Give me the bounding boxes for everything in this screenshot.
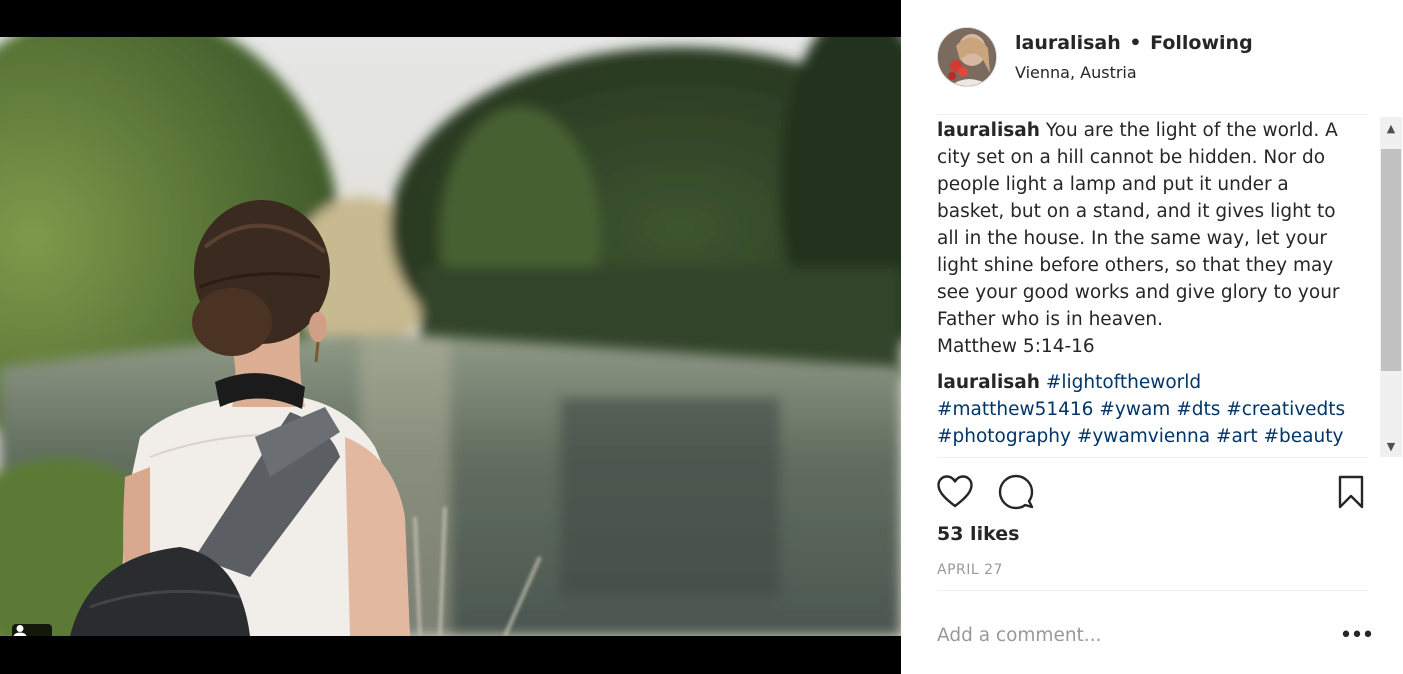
action-bar xyxy=(937,474,1368,510)
comment-input[interactable] xyxy=(937,618,1317,652)
comment-divider xyxy=(937,590,1368,591)
hashtag-link[interactable]: #dts xyxy=(1176,399,1220,420)
user-silhouette-icon xyxy=(13,625,27,636)
likes-count[interactable]: 53 likes xyxy=(937,523,1019,545)
more-options-button[interactable]: ••• xyxy=(1339,622,1375,648)
header-username-row: lauralisah • Following xyxy=(1015,32,1253,54)
save-button[interactable] xyxy=(1333,474,1369,510)
caption-reference: Matthew 5:14-16 xyxy=(937,336,1095,357)
comment-bubble-icon xyxy=(998,474,1034,510)
photo-pane xyxy=(0,0,901,674)
hashtag-link[interactable]: #art xyxy=(1216,426,1258,447)
post-info-panel: lauralisah • Following Vienna, Austria l… xyxy=(901,0,1403,674)
vertical-scrollbar[interactable]: ▲ ▼ xyxy=(1380,117,1402,457)
caption-username[interactable]: lauralisah xyxy=(937,120,1040,141)
avatar[interactable] xyxy=(937,27,997,87)
photo-illustration xyxy=(0,37,901,636)
comment-button[interactable] xyxy=(998,474,1034,510)
header-divider xyxy=(937,114,1368,115)
comments-scroll-area[interactable]: lauralisah You are the light of the worl… xyxy=(937,117,1368,457)
username-link[interactable]: lauralisah xyxy=(1015,32,1121,54)
hashtag-link[interactable]: #beauty xyxy=(1264,426,1344,447)
caption: lauralisah You are the light of the worl… xyxy=(937,117,1357,360)
scrollbar-thumb[interactable] xyxy=(1381,149,1401,371)
bookmark-icon xyxy=(1338,475,1364,509)
hashtag-link[interactable]: #photography xyxy=(937,426,1071,447)
post-header: lauralisah • Following Vienna, Austria xyxy=(937,26,1368,88)
hashtag-link[interactable]: #matthew51416 xyxy=(937,399,1093,420)
hashtag-comment: lauralisah #lightoftheworld #matthew5141… xyxy=(937,369,1357,450)
hashtag-comment-username[interactable]: lauralisah xyxy=(937,372,1040,393)
post-date[interactable]: APRIL 27 xyxy=(937,562,1003,578)
hashtag-link[interactable]: #creativedts xyxy=(1226,399,1345,420)
comments-divider xyxy=(937,457,1368,458)
like-button[interactable] xyxy=(937,474,973,510)
following-button[interactable]: Following xyxy=(1150,32,1253,54)
hashtag-link[interactable]: #ywam xyxy=(1099,399,1170,420)
tagged-people-button[interactable] xyxy=(12,624,52,636)
heart-icon xyxy=(937,475,973,508)
scroll-down-arrow-icon[interactable]: ▼ xyxy=(1380,435,1402,457)
location-link[interactable]: Vienna, Austria xyxy=(1015,63,1137,82)
caption-body: You are the light of the world. A city s… xyxy=(937,120,1340,330)
hashtag-link[interactable]: #ywamvienna xyxy=(1077,426,1210,447)
separator-dot: • xyxy=(1129,32,1142,54)
more-options-icon: ••• xyxy=(1339,622,1375,648)
hashtag-link[interactable]: #lightoftheworld xyxy=(1046,372,1201,393)
post-photo[interactable] xyxy=(0,37,901,636)
avatar-image xyxy=(938,28,996,86)
scroll-up-arrow-icon[interactable]: ▲ xyxy=(1380,117,1402,139)
